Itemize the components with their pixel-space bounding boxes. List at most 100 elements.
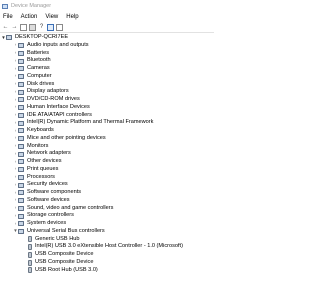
device-category-icon	[18, 66, 24, 72]
tree-item-label: Monitors	[27, 142, 49, 149]
tree-category[interactable]: › Storage controllers	[0, 212, 214, 220]
tree-item-label: Processors	[27, 173, 55, 180]
tree-item-label: Storage controllers	[27, 212, 74, 219]
properties-icon[interactable]	[29, 23, 36, 31]
tree-device[interactable]: USB Composite Device	[0, 259, 214, 267]
device-category-icon	[18, 74, 24, 80]
device-category-icon	[18, 128, 24, 134]
device-category-icon	[18, 143, 24, 149]
tree-item-label: Intel(R) Dynamic Platform and Thermal Fr…	[27, 119, 154, 126]
tree-category-expanded[interactable]: ▼ Universal Serial Bus controllers	[0, 228, 214, 236]
tree-device[interactable]: Generic USB Hub	[0, 236, 214, 244]
usb-device-icon	[28, 267, 32, 274]
tree-category[interactable]: › Other devices	[0, 158, 214, 166]
tree-category[interactable]: › Mice and other pointing devices	[0, 135, 214, 143]
tree-category[interactable]: › Intel(R) Dynamic Platform and Thermal F…	[0, 119, 214, 127]
tree-device[interactable]: USB Root Hub (USB 3.0)	[0, 267, 214, 275]
device-category-icon	[18, 112, 24, 118]
device-category-icon	[18, 120, 24, 126]
tree-item-label: Network adapters	[27, 150, 71, 157]
tree-category[interactable]: › Software devices	[0, 197, 214, 205]
help-icon[interactable]: ?	[38, 24, 45, 31]
tree-item-label: IDE ATA/ATAPI controllers	[27, 111, 92, 118]
tree-category[interactable]: › Monitors	[0, 143, 214, 151]
menu-file[interactable]: File	[3, 14, 13, 20]
menu-view[interactable]: View	[45, 14, 58, 20]
toolbar: ← → ?	[0, 22, 214, 33]
tree-item-label: Sound, video and game controllers	[27, 204, 114, 211]
tree-category[interactable]: › Computer	[0, 73, 214, 81]
tree-category[interactable]: › Print queues	[0, 166, 214, 174]
show-hide-console-tree-icon[interactable]	[20, 23, 27, 31]
monitor-icon[interactable]	[56, 23, 63, 31]
device-category-icon	[18, 151, 24, 157]
usb-device-icon	[28, 259, 32, 266]
tree-category[interactable]: › Security devices	[0, 181, 214, 189]
usb-controller-icon	[18, 229, 24, 235]
device-category-icon	[18, 167, 24, 173]
forward-icon[interactable]: →	[11, 24, 18, 31]
tree-device[interactable]: Intel(R) USB 3.0 eXtensible Host Control…	[0, 243, 214, 251]
tree-item-label: Keyboards	[27, 127, 54, 134]
tree-device[interactable]: USB Composite Device	[0, 251, 214, 259]
device-category-icon	[18, 50, 24, 56]
tree-category[interactable]: › Human Interface Devices	[0, 104, 214, 112]
tree-item-label: Other devices	[27, 158, 62, 165]
menu-bar: File Action View Help	[0, 12, 214, 22]
tree-root-label: DESKTOP-QCRI7EE	[15, 34, 69, 41]
tree-item-label: Display adaptors	[27, 88, 69, 95]
tree-item-label: Print queues	[27, 165, 59, 172]
tree-item-label: Bluetooth	[27, 57, 51, 64]
tree-item-label: Intel(R) USB 3.0 eXtensible Host Control…	[35, 243, 183, 250]
tree-item-label: Software devices	[27, 196, 70, 203]
device-tree: ▼ DESKTOP-QCRI7EE › Audio inputs and outp…	[0, 34, 214, 274]
tree-item-label: Universal Serial Bus controllers	[27, 227, 105, 234]
update-driver-icon[interactable]	[47, 23, 54, 31]
device-category-icon	[18, 205, 24, 211]
tree-item-label: DVD/CD-ROM drives	[27, 96, 80, 103]
tree-category[interactable]: › DVD/CD-ROM drives	[0, 96, 214, 104]
tree-category[interactable]: › Network adapters	[0, 150, 214, 158]
tree-item-label: Batteries	[27, 49, 50, 56]
device-category-icon	[18, 136, 24, 142]
tree-item-label: Mice and other pointing devices	[27, 134, 106, 141]
device-category-icon	[18, 97, 24, 103]
tree-item-label: USB Composite Device	[35, 258, 94, 265]
device-manager-icon	[2, 3, 8, 9]
computer-icon	[6, 35, 12, 41]
tree-root[interactable]: ▼ DESKTOP-QCRI7EE	[0, 34, 214, 42]
tree-category[interactable]: › Cameras	[0, 65, 214, 73]
device-category-icon	[18, 213, 24, 219]
usb-device-icon	[28, 244, 32, 251]
tree-category[interactable]: › System devices	[0, 220, 214, 228]
tree-category[interactable]: › Processors	[0, 174, 214, 182]
tree-category[interactable]: › Disk drives	[0, 81, 214, 89]
tree-category[interactable]: › Audio inputs and outputs	[0, 42, 214, 50]
tree-item-label: Generic USB Hub	[35, 235, 80, 242]
device-category-icon	[18, 81, 24, 87]
tree-category[interactable]: › Keyboards	[0, 127, 214, 135]
tree-category[interactable]: › Display adaptors	[0, 88, 214, 96]
menu-help[interactable]: Help	[66, 14, 78, 20]
tree-category[interactable]: › Software components	[0, 189, 214, 197]
usb-device-icon	[28, 236, 32, 243]
tree-category[interactable]: › IDE ATA/ATAPI controllers	[0, 112, 214, 120]
device-category-icon	[18, 174, 24, 180]
tree-item-label: Security devices	[27, 181, 68, 188]
device-category-icon	[18, 43, 24, 49]
device-category-icon	[18, 182, 24, 188]
device-category-icon	[18, 190, 24, 196]
tree-category[interactable]: › Batteries	[0, 50, 214, 58]
tree-item-label: Disk drives	[27, 80, 55, 87]
device-category-icon	[18, 159, 24, 165]
tree-category[interactable]: › Bluetooth	[0, 57, 214, 65]
device-category-icon	[18, 105, 24, 111]
tree-category[interactable]: › Sound, video and game controllers	[0, 205, 214, 213]
tree-item-label: System devices	[27, 220, 67, 227]
device-category-icon	[18, 221, 24, 227]
device-category-icon	[18, 89, 24, 95]
back-icon[interactable]: ←	[2, 24, 9, 31]
menu-action[interactable]: Action	[21, 14, 38, 20]
tree-item-label: USB Root Hub (USB 3.0)	[35, 266, 98, 273]
tree-item-label: Cameras	[27, 65, 50, 72]
